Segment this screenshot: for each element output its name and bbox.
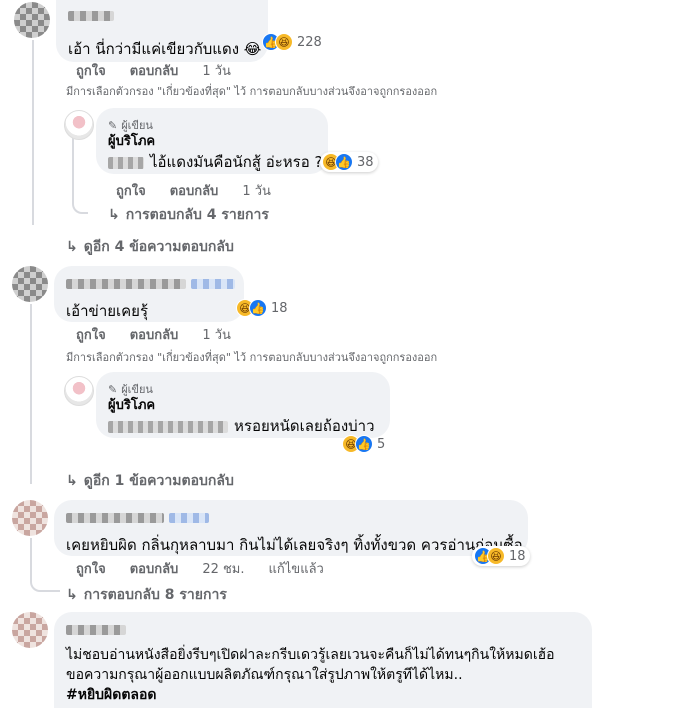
comment-actions: ถูกใจ ตอบกลับ 1 วัน — [76, 60, 231, 81]
reply-arrow-icon: ↳ — [108, 207, 120, 223]
like-button[interactable]: ถูกใจ — [116, 180, 146, 201]
reaction-summary[interactable]: 😆 👍 18 — [234, 298, 292, 318]
comment-bubble: ไม่ชอบอ่านหนังสือยิ่งรีบๆเปิดฝาละกรีบเดว… — [54, 612, 592, 708]
more-replies-link[interactable]: ↳ การตอบกลับ 8 รายการ — [66, 584, 227, 606]
avatar[interactable] — [12, 500, 48, 536]
more-replies-link[interactable]: ↳ การตอบกลับ 4 รายการ — [108, 204, 269, 226]
reply-author-name[interactable]: ผู้บริโภค — [108, 134, 316, 150]
avatar[interactable] — [12, 266, 48, 302]
reply-arrow-icon: ↳ — [66, 239, 78, 255]
like-button[interactable]: ถูกใจ — [76, 60, 106, 81]
avatar[interactable] — [12, 612, 48, 648]
comment-bubble: เอ้าข่ายเคยรุ้ — [54, 266, 244, 322]
reaction-summary[interactable]: 👍 😆 228 — [260, 32, 326, 52]
reply-bubble: ✎ ผู้เขียน ผู้บริโภค หรอยหนัดเลยถ้องบ่าว — [96, 372, 390, 438]
like-reaction-icon: 👍 — [249, 299, 267, 317]
thread-line — [72, 138, 88, 214]
reply-actions: ถูกใจ ตอบกลับ 1 วัน — [116, 180, 271, 201]
timestamp[interactable]: 1 วัน — [202, 60, 231, 81]
reply-button[interactable]: ตอบกลับ — [130, 558, 179, 579]
reaction-count: 18 — [271, 300, 288, 316]
reaction-count: 38 — [357, 154, 374, 170]
pen-icon: ✎ — [108, 118, 118, 132]
reaction-summary[interactable]: 😆 👍 5 — [340, 434, 389, 454]
reaction-count: 18 — [509, 548, 526, 564]
thread-line — [32, 40, 34, 225]
reply-button[interactable]: ตอบกลับ — [130, 324, 179, 345]
commenter-name[interactable] — [66, 508, 516, 527]
haha-reaction-icon: 😆 — [275, 33, 293, 51]
comment-actions: ถูกใจ ตอบกลับ 22 ชม. แก้ไขแล้ว — [76, 558, 324, 579]
mentioned-name[interactable] — [108, 156, 144, 169]
comment-text: เอ้า นี่กว่ามีแค่เขียวกับแดง 😂 — [68, 40, 262, 58]
reaction-summary[interactable]: 😆 👍 38 — [320, 152, 378, 172]
pen-icon: ✎ — [108, 382, 118, 396]
reply-text: ไอ้แดงมันคือนักสู้ อ่ะหรอ ? — [108, 152, 322, 172]
commenter-name[interactable] — [66, 274, 236, 293]
reaction-count: 228 — [297, 34, 322, 50]
avatar[interactable] — [14, 2, 50, 38]
view-more-replies-link[interactable]: ↳ ดูอีก 4 ข้อความตอบกลับ — [66, 236, 234, 258]
page-avatar[interactable] — [64, 376, 94, 406]
like-button[interactable]: ถูกใจ — [76, 558, 106, 579]
comment-text-line: ขอความกรุณาผู้ออกแบบผลิตภัณฑ์กรุณาใส่รูป… — [66, 667, 463, 683]
like-reaction-icon: 👍 — [335, 153, 353, 171]
comment-text: เอ้าข่ายเคยรุ้ — [66, 302, 149, 320]
comment-bubble: เคยหยิบผิด กลิ่นกุหลาบมา กินไม่ได้เลยจริ… — [54, 500, 528, 556]
view-more-replies-link[interactable]: ↳ ดูอีก 1 ข้อความตอบกลับ — [66, 470, 234, 492]
author-label: ✎ ผู้เขียน — [108, 382, 153, 397]
page-avatar[interactable] — [64, 110, 94, 140]
reply-arrow-icon: ↳ — [66, 587, 78, 603]
filter-note: มีการเลือกตัวกรอง "เกี่ยวข้องที่สุด" ไว้… — [66, 85, 438, 98]
timestamp[interactable]: 1 วัน — [202, 324, 231, 345]
reply-author-name[interactable]: ผู้บริโภค — [108, 398, 378, 414]
timestamp[interactable]: 1 วัน — [242, 180, 271, 201]
haha-reaction-icon: 😆 — [487, 547, 505, 565]
mentioned-name[interactable] — [108, 420, 228, 433]
reply-button[interactable]: ตอบกลับ — [170, 180, 219, 201]
thread-line — [30, 304, 32, 484]
comment-bubble: เอ้า นี่กว่ามีแค่เขียวกับแดง 😂 — [56, 0, 268, 62]
like-button[interactable]: ถูกใจ — [76, 324, 106, 345]
edited-label: แก้ไขแล้ว — [268, 562, 324, 577]
comment-text-line: ไม่ชอบอ่านหนังสือยิ่งรีบๆเปิดฝาละกรีบเดว… — [66, 647, 555, 663]
author-label: ✎ ผู้เขียน — [108, 118, 153, 133]
reaction-count: 5 — [377, 436, 386, 452]
reaction-summary[interactable]: 👍 😆 18 — [472, 546, 530, 566]
hashtag-link[interactable]: #หยิบผิดตลอด — [66, 685, 580, 705]
reply-button[interactable]: ตอบกลับ — [130, 60, 179, 81]
filter-note: มีการเลือกตัวกรอง "เกี่ยวข้องที่สุด" ไว้… — [66, 351, 438, 364]
reply-arrow-icon: ↳ — [66, 473, 78, 489]
comment-actions: ถูกใจ ตอบกลับ 1 วัน — [76, 324, 231, 345]
thread-line — [30, 538, 60, 592]
commenter-name[interactable] — [68, 6, 256, 25]
commenter-name[interactable] — [66, 620, 580, 639]
reply-text: หรอยหนัดเลยถ้องบ่าว — [108, 416, 378, 436]
timestamp[interactable]: 22 ชม. — [202, 558, 244, 579]
reply-bubble: ✎ ผู้เขียน ผู้บริโภค ไอ้แดงมันคือนักสู้ … — [96, 108, 328, 174]
like-reaction-icon: 👍 — [355, 435, 373, 453]
comment-text: เคยหยิบผิด กลิ่นกุหลาบมา กินไม่ได้เลยจริ… — [66, 536, 523, 554]
